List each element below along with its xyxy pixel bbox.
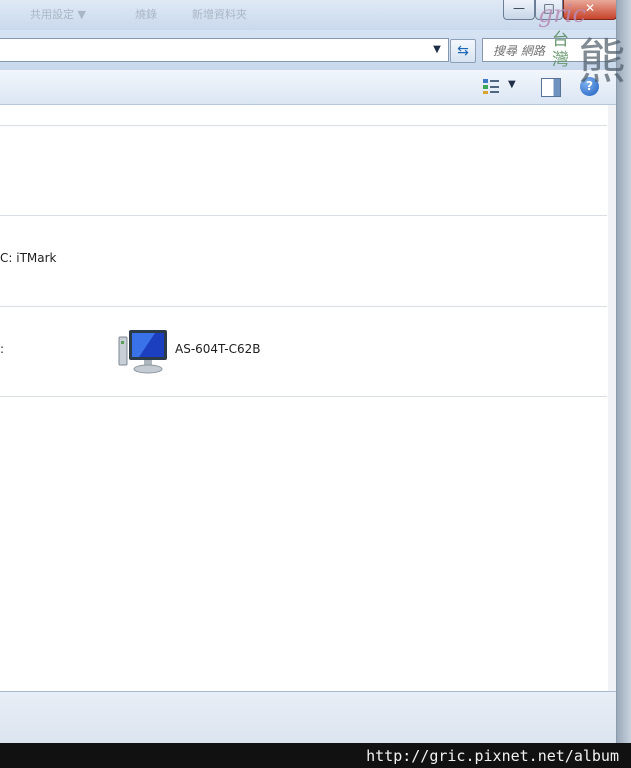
content-area: C: iTMark : AS-604T-C62B [0,105,616,691]
group-divider [0,125,607,126]
details-pane [0,691,616,743]
network-device-item[interactable]: AS-604T-C62B [117,327,337,377]
group-divider [0,396,607,397]
minimize-icon: — [513,1,525,15]
address-bar[interactable] [0,38,449,62]
group-label-computer: : [0,342,5,356]
preview-pane-icon[interactable] [541,78,561,97]
search-placeholder: 搜尋 網路 [493,44,545,58]
address-row: ▼ ⇆ 搜尋 網路 [0,30,616,70]
watermark-subtext: 台灣 [552,30,569,70]
group-divider [0,215,607,216]
menu-new-folder[interactable]: 新增資料夾 [192,6,247,22]
refresh-icon[interactable]: ⇆ [450,39,476,63]
title-bar: 共用設定 ▼ 燒錄 新增資料夾 — □ ✕ [0,0,616,30]
command-bar: ▼ ? [0,70,616,105]
footer-url: http://gric.pixnet.net/album [366,747,619,765]
menu-share[interactable]: 共用設定 ▼ [30,6,86,22]
group-label-media: C: iTMark [0,251,57,265]
group-divider [0,306,607,307]
device-name: AS-604T-C62B [175,342,261,356]
menu-burn[interactable]: 燒錄 [135,6,157,22]
window-frame-edge [617,0,631,743]
vertical-scrollbar[interactable] [608,105,616,691]
explorer-window: 共用設定 ▼ 燒錄 新增資料夾 — □ ✕ ▼ ⇆ 搜尋 網路 ▼ ? C: i… [0,0,617,743]
view-dropdown-icon[interactable]: ▼ [508,79,516,90]
computer-icon [118,330,167,374]
watermark-logo: 熊 [578,34,627,90]
minimize-button[interactable]: — [503,0,535,20]
chevron-down-icon[interactable]: ▼ [430,43,444,57]
footer-bar: http://gric.pixnet.net/album [0,743,631,768]
view-options-icon[interactable] [482,78,500,95]
